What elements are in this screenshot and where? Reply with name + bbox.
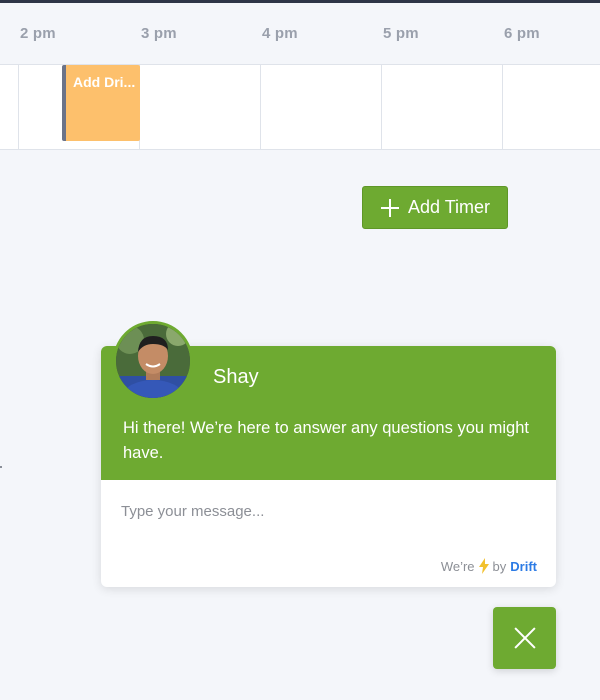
timeline-header: 2 pm 3 pm 4 pm 5 pm 6 pm: [0, 3, 600, 65]
grid-line: [18, 65, 19, 149]
grid-line: [502, 65, 503, 149]
agent-name: Shay: [213, 366, 259, 388]
chat-message-input[interactable]: [121, 496, 536, 526]
close-icon: [513, 626, 537, 650]
add-timer-label: Add Timer: [408, 197, 491, 217]
lightning-bolt-icon: [478, 558, 489, 574]
timeline-event-label: Add Dri...: [73, 74, 136, 90]
hour-label-2pm: 2 pm: [20, 25, 56, 42]
close-chat-button[interactable]: [493, 607, 556, 669]
avatar: [113, 321, 193, 401]
powered-by-drift: We’re by Drift: [441, 558, 537, 574]
side-tick-mark: [0, 466, 2, 468]
timeline-event-block[interactable]: Add Dri...: [62, 65, 140, 141]
add-timer-button[interactable]: Add Timer: [362, 186, 508, 229]
grid-line: [381, 65, 382, 149]
avatar-photo: [116, 324, 190, 398]
welcome-message: Hi there! We’re here to answer any quest…: [123, 419, 529, 462]
hour-label-4pm: 4 pm: [262, 25, 298, 42]
drift-brand-link[interactable]: Drift: [510, 559, 537, 574]
powered-prefix: We’re: [440, 558, 475, 574]
hour-label-3pm: 3 pm: [141, 25, 177, 42]
hour-label-6pm: 6 pm: [504, 25, 540, 42]
timeline-grid: Add Dri...: [0, 65, 600, 150]
plus-icon: [381, 198, 399, 217]
grid-line: [260, 65, 261, 149]
hour-label-5pm: 5 pm: [383, 25, 419, 42]
powered-by-text: by: [492, 558, 507, 574]
